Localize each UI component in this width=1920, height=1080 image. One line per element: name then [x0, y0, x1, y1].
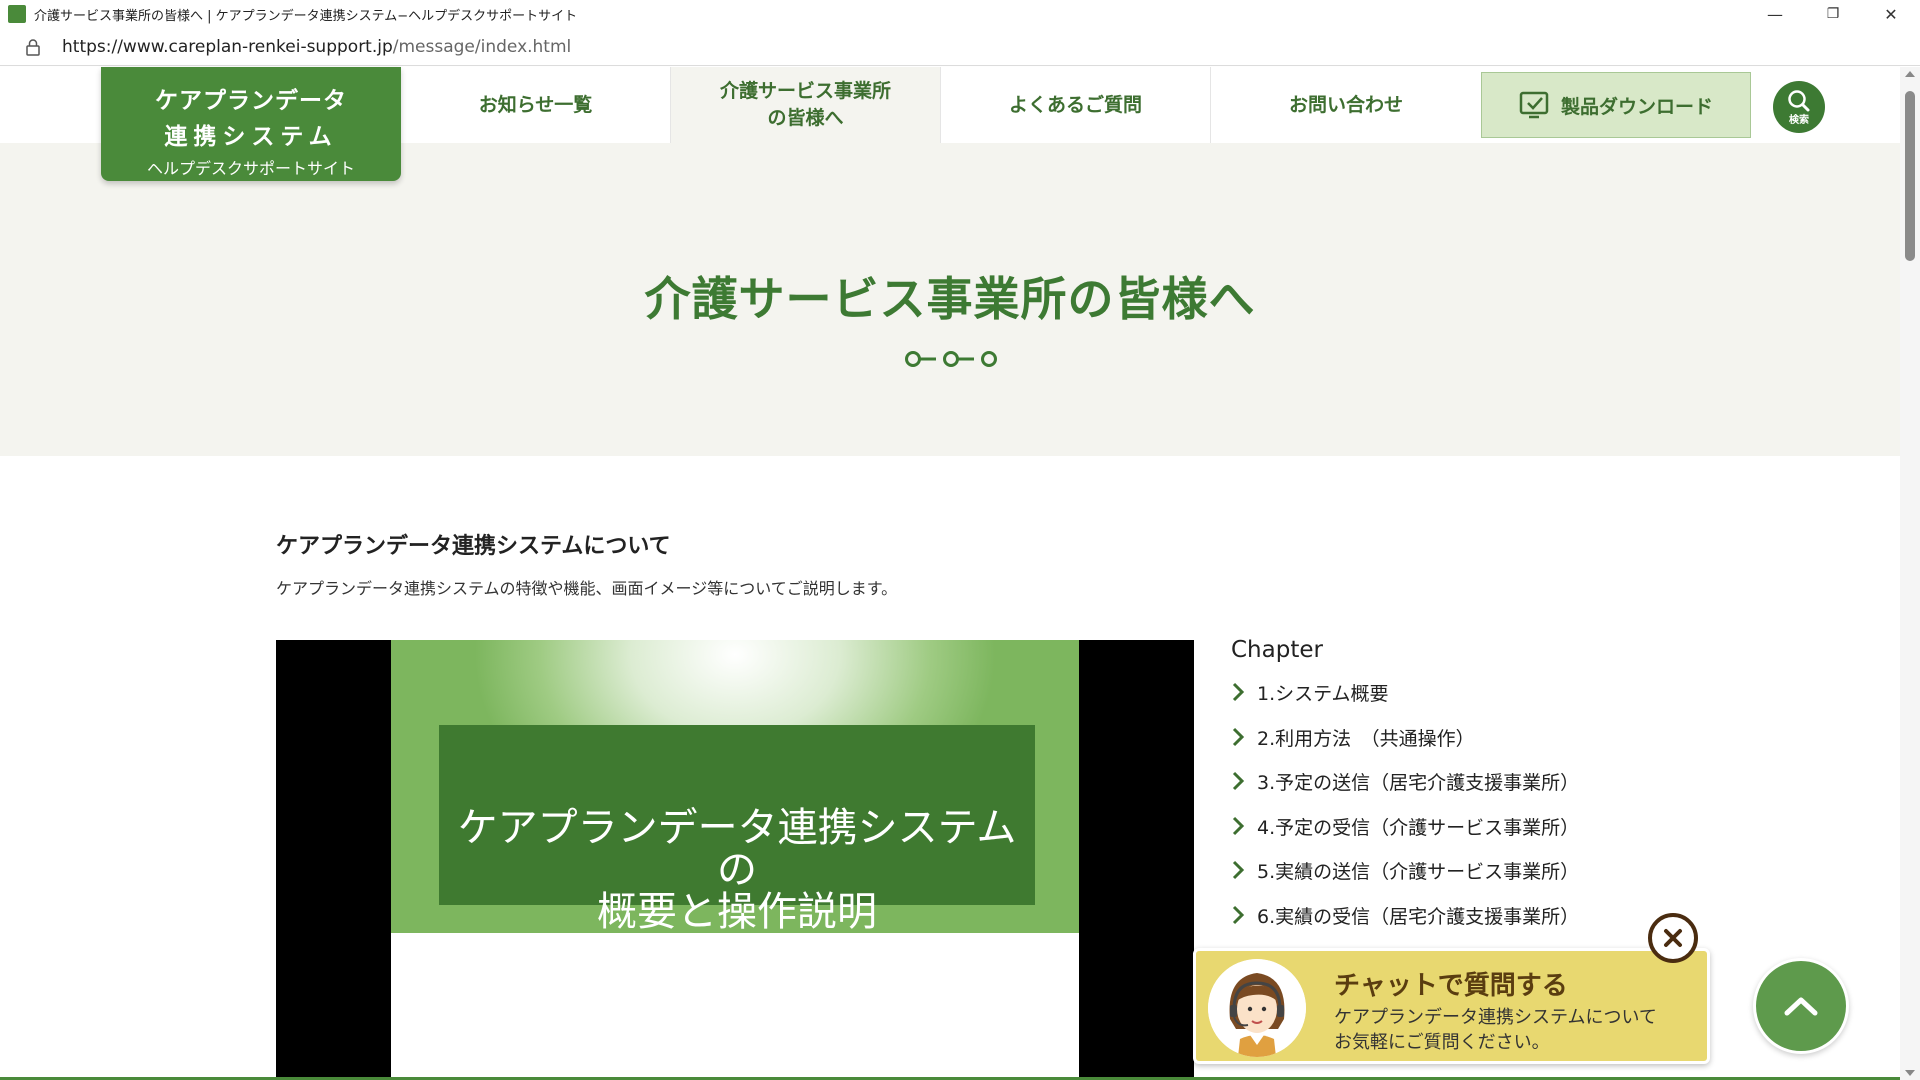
window-title: 介護サービス事業所の皆様へ | ケアプランデータ連携システム−ヘルプデスクサポー…	[34, 8, 578, 24]
slide-title-line2: 概要と操作説明	[597, 889, 877, 935]
restore-button[interactable]: ❐	[1810, 0, 1856, 28]
chat-description-line2: お気軽にご質問ください。	[1334, 1032, 1550, 1054]
main-nav: お知らせ一覧 介護サービス事業所 の皆様へ よくあるご質問 お問い合わせ	[401, 67, 1481, 143]
search-button[interactable]: 検索	[1773, 81, 1825, 133]
chapter-item-label: 3.予定の送信（居宅介護支援事業所）	[1257, 772, 1580, 794]
nav-item-faq[interactable]: よくあるご質問	[941, 67, 1211, 143]
site-favicon-icon	[8, 5, 26, 23]
chevron-right-icon	[1232, 771, 1245, 791]
chat-description: ケアプランデータ連携システムについて お気軽にご質問ください。	[1334, 1005, 1657, 1055]
chevron-right-icon	[1232, 905, 1245, 924]
chat-description-line1: ケアプランデータ連携システムについて	[1334, 1007, 1657, 1028]
chapter-heading: Chapter	[1231, 637, 1323, 663]
chevron-right-icon	[1232, 860, 1245, 880]
slide-title-line1: ケアプランデータ連携システムの	[457, 805, 1017, 893]
nav-item-label: お知らせ一覧	[478, 93, 593, 116]
window-titlebar: 介護サービス事業所の皆様へ | ケアプランデータ連携システム−ヘルプデスクサポー…	[0, 0, 1920, 28]
nav-item-label-line2: の皆様へ	[767, 107, 844, 129]
product-download-button[interactable]: 製品ダウンロード	[1481, 72, 1751, 138]
chapter-item-label: 2.利用方法 （共通操作）	[1257, 727, 1475, 750]
chapter-item[interactable]: 6.実績の受信（居宅介護支援事業所）	[1231, 902, 1579, 947]
chapter-item[interactable]: 4.予定の受信（介護サービス事業所）	[1231, 813, 1579, 858]
title-decoration-icon	[905, 351, 997, 367]
nav-item-contact[interactable]: お問い合わせ	[1211, 67, 1481, 143]
nav-item-news[interactable]: お知らせ一覧	[401, 67, 671, 143]
hero-section: 介護サービス事業所の皆様へ	[0, 143, 1900, 456]
chapter-item[interactable]: 2.利用方法 （共通操作）	[1231, 724, 1579, 769]
video-player[interactable]: ケアプランデータ連携システムの 概要と操作説明	[276, 640, 1194, 1080]
download-label: 製品ダウンロード	[1560, 95, 1713, 118]
chevron-right-icon	[1232, 682, 1245, 702]
close-window-button[interactable]: ✕	[1868, 0, 1914, 28]
operator-headset-icon	[1208, 959, 1306, 1057]
logo-line3: ヘルプデスクサポートサイト	[146, 159, 355, 178]
back-to-top-button[interactable]	[1753, 958, 1849, 1054]
close-icon	[1664, 929, 1682, 947]
nav-item-label: よくあるご質問	[1008, 93, 1142, 116]
search-icon	[1788, 89, 1810, 111]
nav-item-care-providers[interactable]: 介護サービス事業所 の皆様へ	[671, 67, 941, 143]
video-slide: ケアプランデータ連携システムの 概要と操作説明	[391, 640, 1079, 1080]
chevron-right-icon	[1232, 816, 1245, 835]
support-operator-avatar	[1208, 959, 1306, 1057]
nav-item-label: お問い合わせ	[1288, 93, 1403, 116]
chevron-right-icon	[1232, 727, 1245, 746]
chapter-item-label: 1.システム概要	[1257, 683, 1389, 705]
url-host: https://www.careplan-renkei-support.jp	[62, 36, 393, 57]
chat-title: チャットで質問する	[1334, 971, 1568, 1001]
chapter-item-label: 6.実績の受信（居宅介護支援事業所）	[1257, 905, 1580, 928]
slide-title-box: ケアプランデータ連携システムの 概要と操作説明	[439, 725, 1035, 933]
search-label: 検索	[1789, 114, 1809, 126]
chapter-item-label: 5.実績の送信（介護サービス事業所）	[1257, 861, 1580, 883]
section-title: ケアプランデータ連携システムについて	[276, 534, 671, 559]
chapter-list: Chapter 1.システム概要 2.利用方法 （共通操作） 3.予定の送信（居…	[1231, 637, 1579, 946]
logo-line2: 連携システム	[164, 124, 338, 150]
chapter-item-label: 4.予定の受信（介護サービス事業所）	[1257, 816, 1580, 839]
lock-icon	[26, 38, 40, 56]
url-path: /message/index.html	[392, 36, 572, 57]
chat-widget[interactable]: チャットで質問する ケアプランデータ連携システムについて お気軽にご質問ください…	[1193, 948, 1710, 1064]
minimize-button[interactable]: —	[1752, 0, 1798, 28]
address-bar[interactable]: https://www.careplan-renkei-support.jp/m…	[0, 28, 1920, 66]
chapter-item[interactable]: 1.システム概要	[1231, 679, 1579, 724]
chat-close-button[interactable]	[1648, 913, 1698, 963]
scroll-thumb[interactable]	[1905, 91, 1915, 261]
chevron-up-icon	[1784, 997, 1818, 1016]
page-title: 介護サービス事業所の皆様へ	[644, 272, 1256, 326]
scroll-down-arrow-icon[interactable]	[1905, 1070, 1915, 1076]
chapter-item[interactable]: 3.予定の送信（居宅介護支援事業所）	[1231, 768, 1579, 813]
download-check-icon	[1519, 91, 1549, 119]
scroll-up-arrow-icon[interactable]	[1905, 71, 1915, 77]
page-scrollbar[interactable]	[1900, 67, 1920, 1080]
site-logo[interactable]: ケアプランデータ 連携システム ヘルプデスクサポートサイト	[101, 67, 401, 181]
nav-item-label: 介護サービス事業所 の皆様へ	[720, 78, 891, 131]
chapter-item[interactable]: 5.実績の送信（介護サービス事業所）	[1231, 857, 1579, 902]
section-description: ケアプランデータ連携システムの特徴や機能、画面イメージ等についてご説明します。	[276, 579, 898, 598]
logo-line1: ケアプランデータ	[155, 88, 347, 114]
nav-item-label-line1: 介護サービス事業所	[719, 80, 891, 103]
